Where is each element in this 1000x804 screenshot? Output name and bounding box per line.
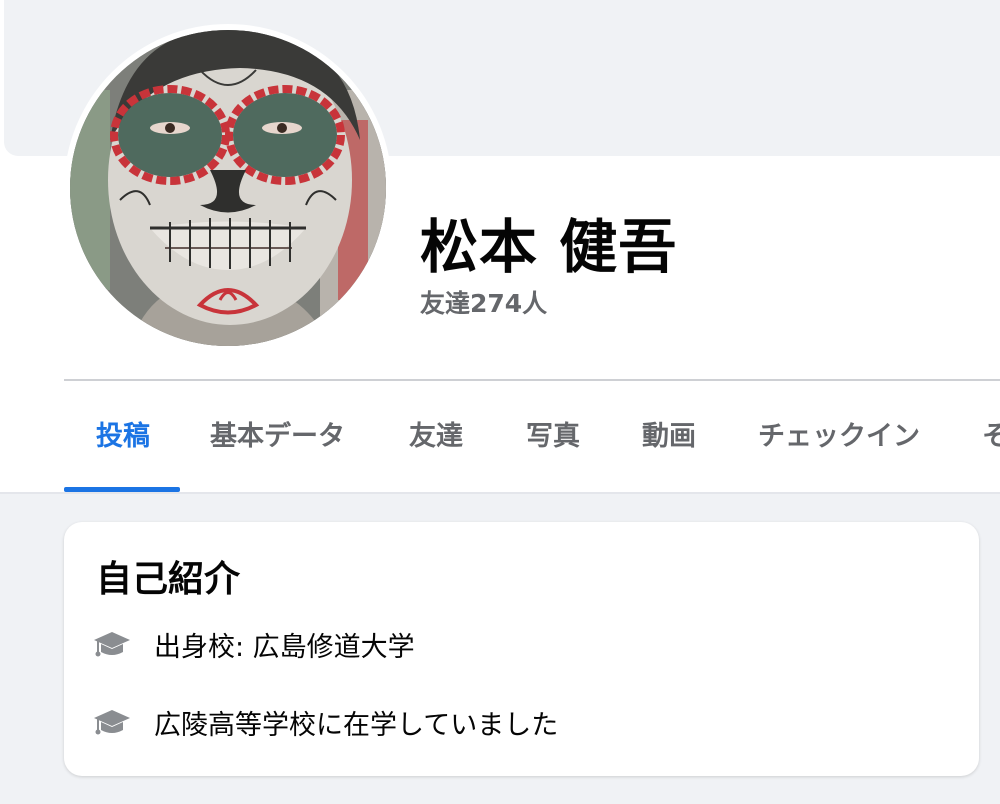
tab-photos[interactable]: 写真: [526, 381, 580, 492]
graduation-cap-icon: [94, 632, 130, 657]
intro-item-text: 広陵高等学校に在学していました: [154, 709, 559, 741]
profile-name: 松本 健吾: [420, 213, 678, 281]
tab-about[interactable]: 基本データ: [210, 381, 345, 492]
tab-checkins[interactable]: チェックイン: [758, 381, 920, 492]
intro-item-education: 出身校: 広島修道大学: [92, 622, 415, 666]
profile-page: 松本 健吾 友達274人 投稿 基本データ 友達 写真 動画 チェックイン そ …: [0, 0, 1000, 804]
intro-item-text: 出身校: 広島修道大学: [154, 631, 415, 663]
intro-item-highschool: 広陵高等学校に在学していました: [92, 700, 558, 744]
tab-more[interactable]: そ: [982, 381, 1000, 492]
header-bottom-border: [0, 492, 1000, 494]
intro-card: 自己紹介 出身校: 広島修道大学 広陵高等学校に在学していました: [64, 522, 979, 776]
graduation-cap-icon: [94, 710, 130, 735]
friends-count[interactable]: 友達274人: [420, 284, 547, 320]
tab-friends[interactable]: 友達: [409, 381, 463, 492]
avatar-face-paint-image: [70, 30, 386, 346]
intro-title: 自己紹介: [96, 559, 241, 600]
tab-videos[interactable]: 動画: [642, 381, 696, 492]
profile-tabs: 投稿 基本データ 友達 写真 動画 チェックイン そ: [64, 381, 1000, 492]
tab-posts[interactable]: 投稿: [96, 381, 150, 492]
avatar[interactable]: [70, 30, 386, 346]
